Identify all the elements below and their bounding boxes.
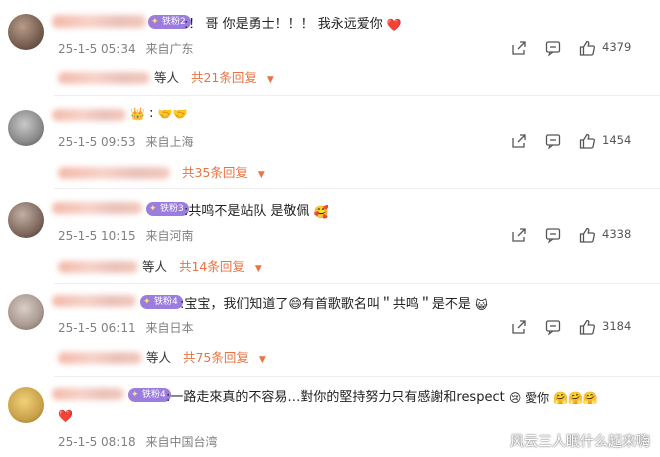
reply-count-link[interactable]: 共75条回复 bbox=[183, 350, 249, 365]
like-count: 4379 bbox=[602, 40, 632, 54]
comment-item: 👑 : 🤝🤝 25-1-5 09:53 来自上海 1454 共35条回复 ▼ bbox=[0, 96, 660, 188]
comment-actions: 4379 bbox=[510, 39, 650, 57]
username-blurred[interactable] bbox=[52, 202, 142, 214]
like-count: 1454 bbox=[602, 133, 632, 147]
comment-text: :一路走來真的不容易…對你的堅持努力只有感謝和respect 😢 愛你 🤗🤗🤗 bbox=[166, 386, 598, 406]
reply-summary[interactable]: 等人 共14条回复 ▼ bbox=[58, 256, 262, 275]
comment-meta: 25-1-5 08:18 来自中国台湾 bbox=[58, 433, 217, 450]
reply-count-link[interactable]: 共14条回复 bbox=[179, 259, 245, 274]
heart-emoji-line: ❤️ bbox=[58, 408, 73, 423]
avatar[interactable] bbox=[8, 202, 44, 238]
handshake-emoji: 🤝🤝 bbox=[157, 107, 188, 121]
username-blurred[interactable] bbox=[52, 109, 126, 121]
heart-emoji: ❤️ bbox=[58, 409, 73, 423]
username-blurred[interactable] bbox=[52, 15, 146, 28]
reply-suffix: 等人 bbox=[153, 70, 179, 85]
reply-count-link[interactable]: 共21条回复 bbox=[191, 70, 257, 85]
comment-meta: 25-1-5 06:11 来自日本 bbox=[58, 319, 193, 336]
watermark-text: 风云三人眠什么起来嗨 bbox=[510, 434, 650, 450]
comment-item: 铁粉2 :！ 哥 你是勇士！！！ 我永远爱你 ❤️ 25-1-5 05:34 来… bbox=[0, 0, 660, 95]
comment-text: 👑 : 🤝🤝 bbox=[130, 106, 188, 121]
username-blurred[interactable] bbox=[52, 295, 136, 307]
reply-summary[interactable]: 等人 共75条回复 ▼ bbox=[58, 347, 266, 366]
comment-item: 铁粉3 :共鸣不是站队 是敬佩 🥰 25-1-5 10:15 来自河南 4338… bbox=[0, 189, 660, 283]
reply-suffix: 等人 bbox=[141, 259, 167, 274]
share-icon[interactable] bbox=[510, 226, 528, 244]
avatar[interactable] bbox=[8, 387, 44, 423]
comment-body: :宝宝，我们知道了😄有首歌歌名叫＂共鸣＂是不是 bbox=[180, 297, 471, 312]
comment-body: : bbox=[149, 106, 154, 121]
avatar[interactable] bbox=[8, 294, 44, 330]
heart-emoji: ❤️ bbox=[386, 18, 402, 32]
comment-actions: 3184 bbox=[510, 318, 650, 336]
crown-emoji: 👑 bbox=[130, 107, 145, 121]
comment-meta: 25-1-5 05:34 来自广东 bbox=[58, 40, 193, 57]
reply-suffix: 等人 bbox=[145, 350, 171, 365]
comment-text: :！ 哥 你是勇士！！！ 我永远爱你 ❤️ bbox=[184, 13, 402, 32]
like-count: 3184 bbox=[602, 319, 632, 333]
like-icon[interactable] bbox=[578, 39, 596, 57]
comment-location: 来自日本 bbox=[145, 321, 194, 335]
fan-badge: 铁粉4 bbox=[140, 295, 183, 309]
comment-time: 25-1-5 10:15 bbox=[58, 229, 136, 243]
cat-emoji: 😺 bbox=[475, 298, 488, 312]
fan-badge: 铁粉3 bbox=[146, 202, 189, 216]
like-icon[interactable] bbox=[578, 226, 596, 244]
comment-location: 来自中国台湾 bbox=[145, 435, 218, 449]
comment-body: :共鸣不是站队 是敬佩 bbox=[184, 204, 310, 219]
comment-text: :共鸣不是站队 是敬佩 🥰 bbox=[184, 200, 329, 219]
comment-actions: 4338 bbox=[510, 226, 650, 244]
like-count: 4338 bbox=[602, 227, 632, 241]
comment-icon[interactable] bbox=[544, 132, 562, 150]
reply-users-blurred bbox=[58, 261, 138, 273]
caret-down-icon[interactable]: ▼ bbox=[259, 355, 266, 365]
username-blurred[interactable] bbox=[52, 388, 124, 400]
comment-text: :宝宝，我们知道了😄有首歌歌名叫＂共鸣＂是不是 😺 bbox=[180, 293, 488, 312]
comment-location: 来自上海 bbox=[145, 135, 194, 149]
comment-time: 25-1-5 08:18 bbox=[58, 435, 136, 449]
share-icon[interactable] bbox=[510, 132, 528, 150]
comment-time: 25-1-5 06:11 bbox=[58, 321, 136, 335]
share-icon[interactable] bbox=[510, 39, 528, 57]
love-face-emoji: 🥰 bbox=[313, 205, 329, 219]
reply-users-blurred bbox=[58, 352, 142, 364]
comment-icon[interactable] bbox=[544, 226, 562, 244]
comment-meta: 25-1-5 10:15 来自河南 bbox=[58, 227, 193, 244]
fan-badge: 铁粉4 bbox=[128, 388, 171, 402]
caret-down-icon[interactable]: ▼ bbox=[267, 75, 274, 85]
comment-item: 铁粉4 :宝宝，我们知道了😄有首歌歌名叫＂共鸣＂是不是 😺 25-1-5 06:… bbox=[0, 284, 660, 376]
caret-down-icon[interactable]: ▼ bbox=[258, 170, 265, 180]
comment-time: 25-1-5 05:34 bbox=[58, 42, 136, 56]
emoji-group: 😢 愛你 🤗🤗🤗 bbox=[508, 391, 598, 405]
comment-body: :一路走來真的不容易…對你的堅持努力只有感謝和respect bbox=[166, 390, 505, 405]
avatar[interactable] bbox=[8, 14, 44, 50]
like-icon[interactable] bbox=[578, 318, 596, 336]
reply-users-blurred bbox=[58, 72, 150, 84]
share-icon[interactable] bbox=[510, 318, 528, 336]
comment-location: 来自广东 bbox=[145, 42, 194, 56]
reply-count-link[interactable]: 共35条回复 bbox=[182, 165, 248, 180]
reply-users-blurred bbox=[58, 167, 170, 179]
comment-location: 来自河南 bbox=[145, 229, 194, 243]
comment-meta: 25-1-5 09:53 来自上海 bbox=[58, 133, 193, 150]
comment-time: 25-1-5 09:53 bbox=[58, 135, 136, 149]
comment-icon[interactable] bbox=[544, 318, 562, 336]
reply-summary[interactable]: 等人 共21条回复 ▼ bbox=[58, 67, 274, 86]
like-icon[interactable] bbox=[578, 132, 596, 150]
comment-body: :！ 哥 你是勇士！！！ 我永远爱你 bbox=[184, 17, 383, 32]
avatar[interactable] bbox=[8, 110, 44, 146]
comment-icon[interactable] bbox=[544, 39, 562, 57]
reply-summary[interactable]: 共35条回复 ▼ bbox=[58, 162, 265, 181]
comment-actions: 1454 bbox=[510, 132, 650, 150]
caret-down-icon[interactable]: ▼ bbox=[255, 264, 262, 274]
